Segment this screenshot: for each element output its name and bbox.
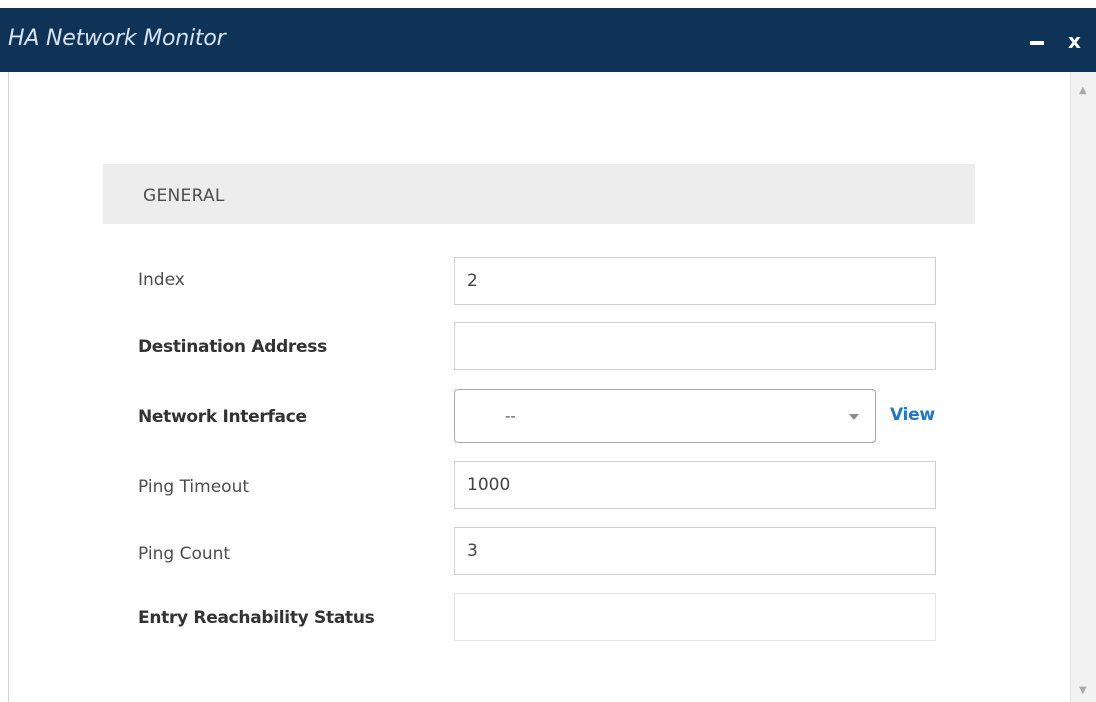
chevron-down-icon	[849, 414, 859, 420]
dialog-content: GENERAL Index 2 Destination Address Netw…	[8, 72, 1071, 702]
dialog-title: HA Network Monitor	[8, 26, 226, 51]
destination-address-field[interactable]	[454, 322, 936, 370]
view-link[interactable]: View	[890, 405, 935, 425]
network-interface-value: --	[505, 407, 516, 425]
scroll-up-icon[interactable]: ▲	[1079, 86, 1087, 96]
index-field[interactable]: 2	[454, 257, 936, 305]
network-interface-label: Network Interface	[138, 407, 307, 427]
destination-address-label: Destination Address	[138, 337, 327, 357]
index-label: Index	[138, 270, 185, 290]
entry-reachability-status-label: Entry Reachability Status	[138, 608, 375, 628]
vertical-scrollbar[interactable]: ▲ ▼	[1070, 72, 1096, 702]
ping-timeout-label: Ping Timeout	[138, 477, 250, 497]
close-button[interactable]: x	[1068, 31, 1081, 51]
section-title: GENERAL	[143, 186, 225, 206]
network-interface-select[interactable]: --	[454, 389, 876, 443]
ha-network-monitor-dialog: HA Network Monitor x GENERAL Index 2 Des…	[0, 0, 1096, 702]
ping-count-label: Ping Count	[138, 544, 231, 564]
ping-count-field[interactable]: 3	[454, 527, 936, 575]
ping-timeout-field[interactable]: 1000	[454, 461, 936, 509]
minimize-icon[interactable]	[1030, 41, 1044, 45]
dialog-titlebar: HA Network Monitor x	[0, 8, 1096, 72]
scroll-down-icon[interactable]: ▼	[1079, 686, 1087, 696]
entry-reachability-status-field	[454, 593, 936, 641]
section-header-general: GENERAL	[103, 164, 975, 224]
